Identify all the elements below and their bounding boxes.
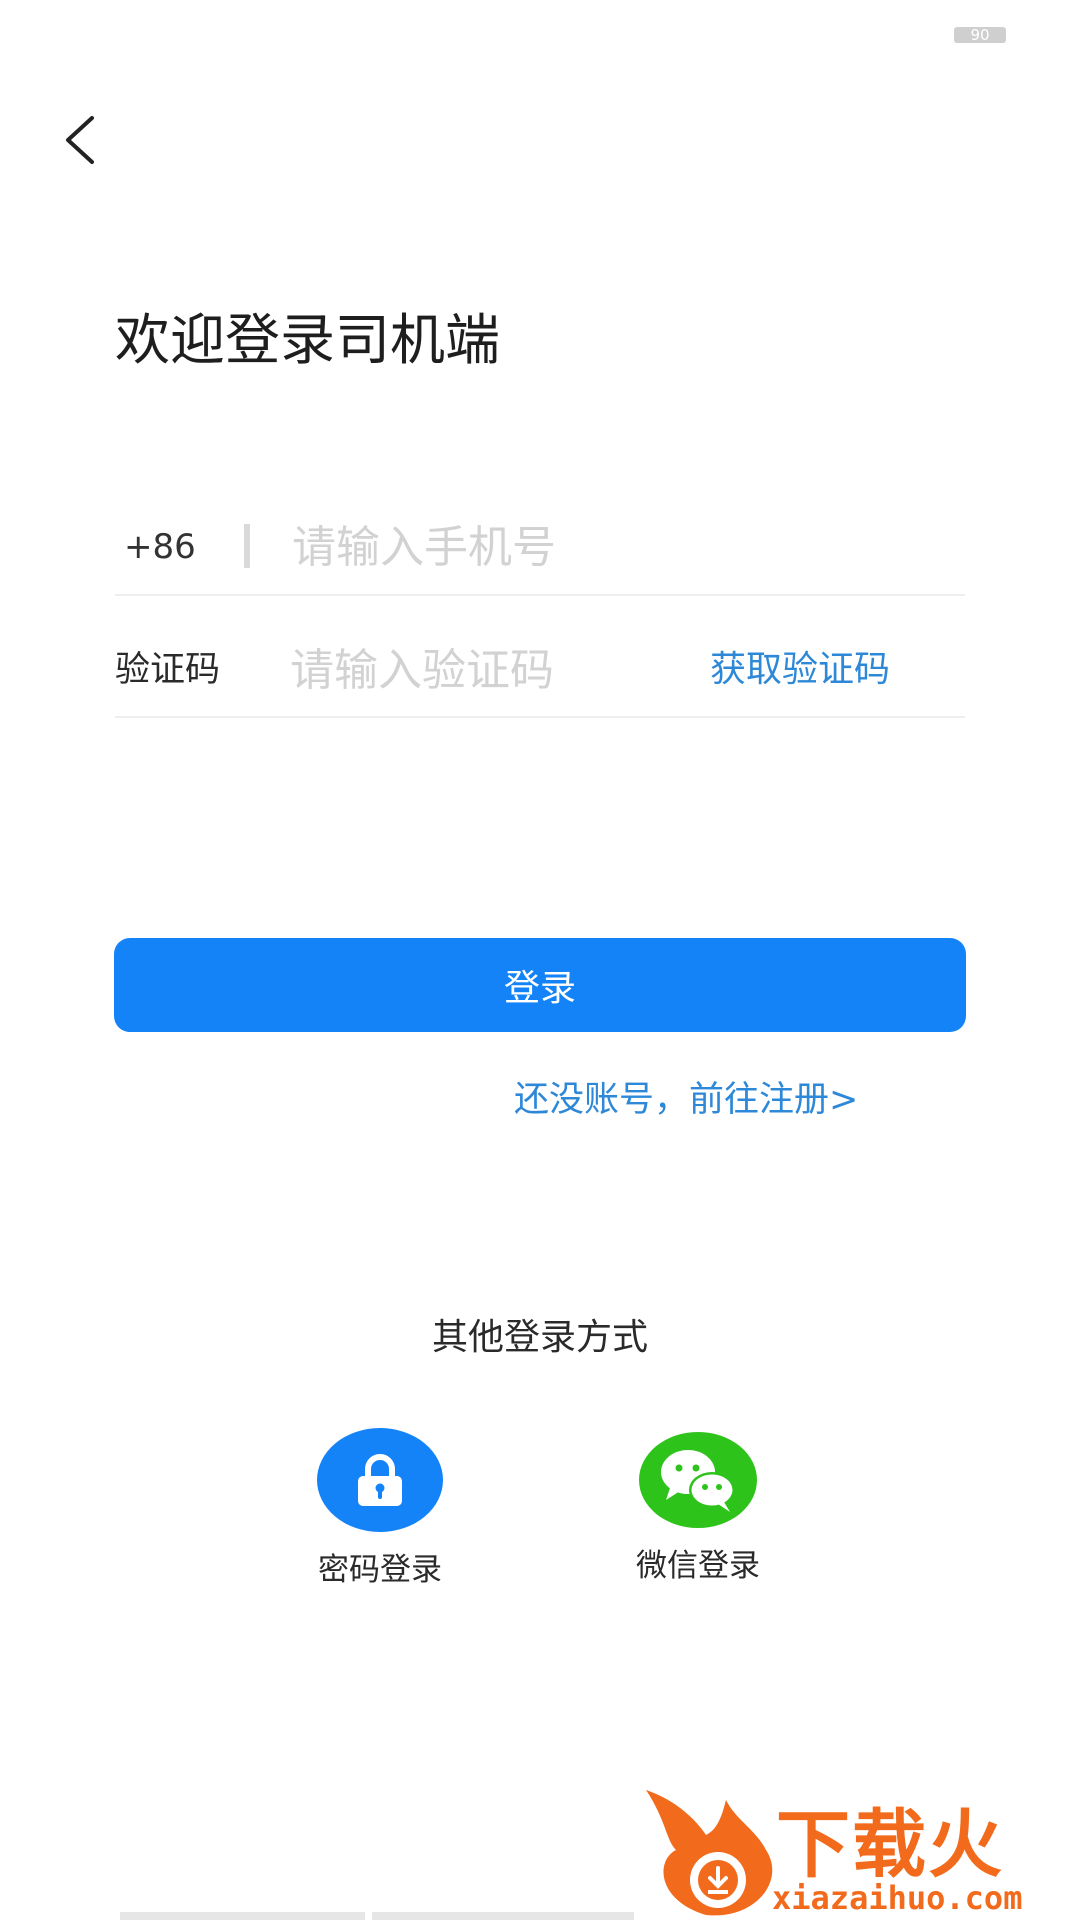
get-code-button[interactable]: 获取验证码 bbox=[710, 645, 890, 695]
other-login-title: 其他登录方式 bbox=[431, 1317, 648, 1358]
battery-indicator: 90 bbox=[954, 27, 1006, 43]
country-code-selector[interactable]: +86 bbox=[124, 522, 196, 572]
watermark-text: 下载火 bbox=[776, 1802, 1004, 1888]
password-login-option[interactable]: 密码登录 bbox=[280, 1428, 480, 1592]
nav-bar-segment bbox=[372, 1912, 634, 1920]
watermark-domain: xiazaihuo.com bbox=[772, 1879, 1023, 1917]
register-link[interactable]: 还没账号，前往注册> bbox=[514, 1075, 858, 1125]
divider bbox=[115, 594, 965, 596]
chevron-left-icon bbox=[66, 116, 94, 164]
code-label: 验证码 bbox=[115, 650, 221, 690]
phone-input[interactable] bbox=[292, 515, 932, 579]
verification-code-input[interactable] bbox=[290, 638, 690, 702]
divider bbox=[244, 524, 250, 568]
password-login-label: 密码登录 bbox=[318, 1552, 442, 1588]
wechat-login-label: 微信登录 bbox=[636, 1548, 760, 1584]
wechat-icon bbox=[661, 1450, 735, 1512]
password-login-circle bbox=[317, 1428, 443, 1532]
login-button[interactable]: 登录 bbox=[114, 938, 966, 1032]
lock-icon bbox=[358, 1454, 402, 1506]
back-button[interactable] bbox=[52, 112, 108, 168]
nav-bar-segment bbox=[120, 1912, 365, 1920]
divider bbox=[115, 716, 965, 718]
wechat-login-circle bbox=[639, 1432, 757, 1528]
page-title: 欢迎登录司机端 bbox=[115, 308, 501, 372]
wechat-login-option[interactable]: 微信登录 bbox=[598, 1432, 798, 1588]
battery-level: 90 bbox=[970, 26, 990, 44]
